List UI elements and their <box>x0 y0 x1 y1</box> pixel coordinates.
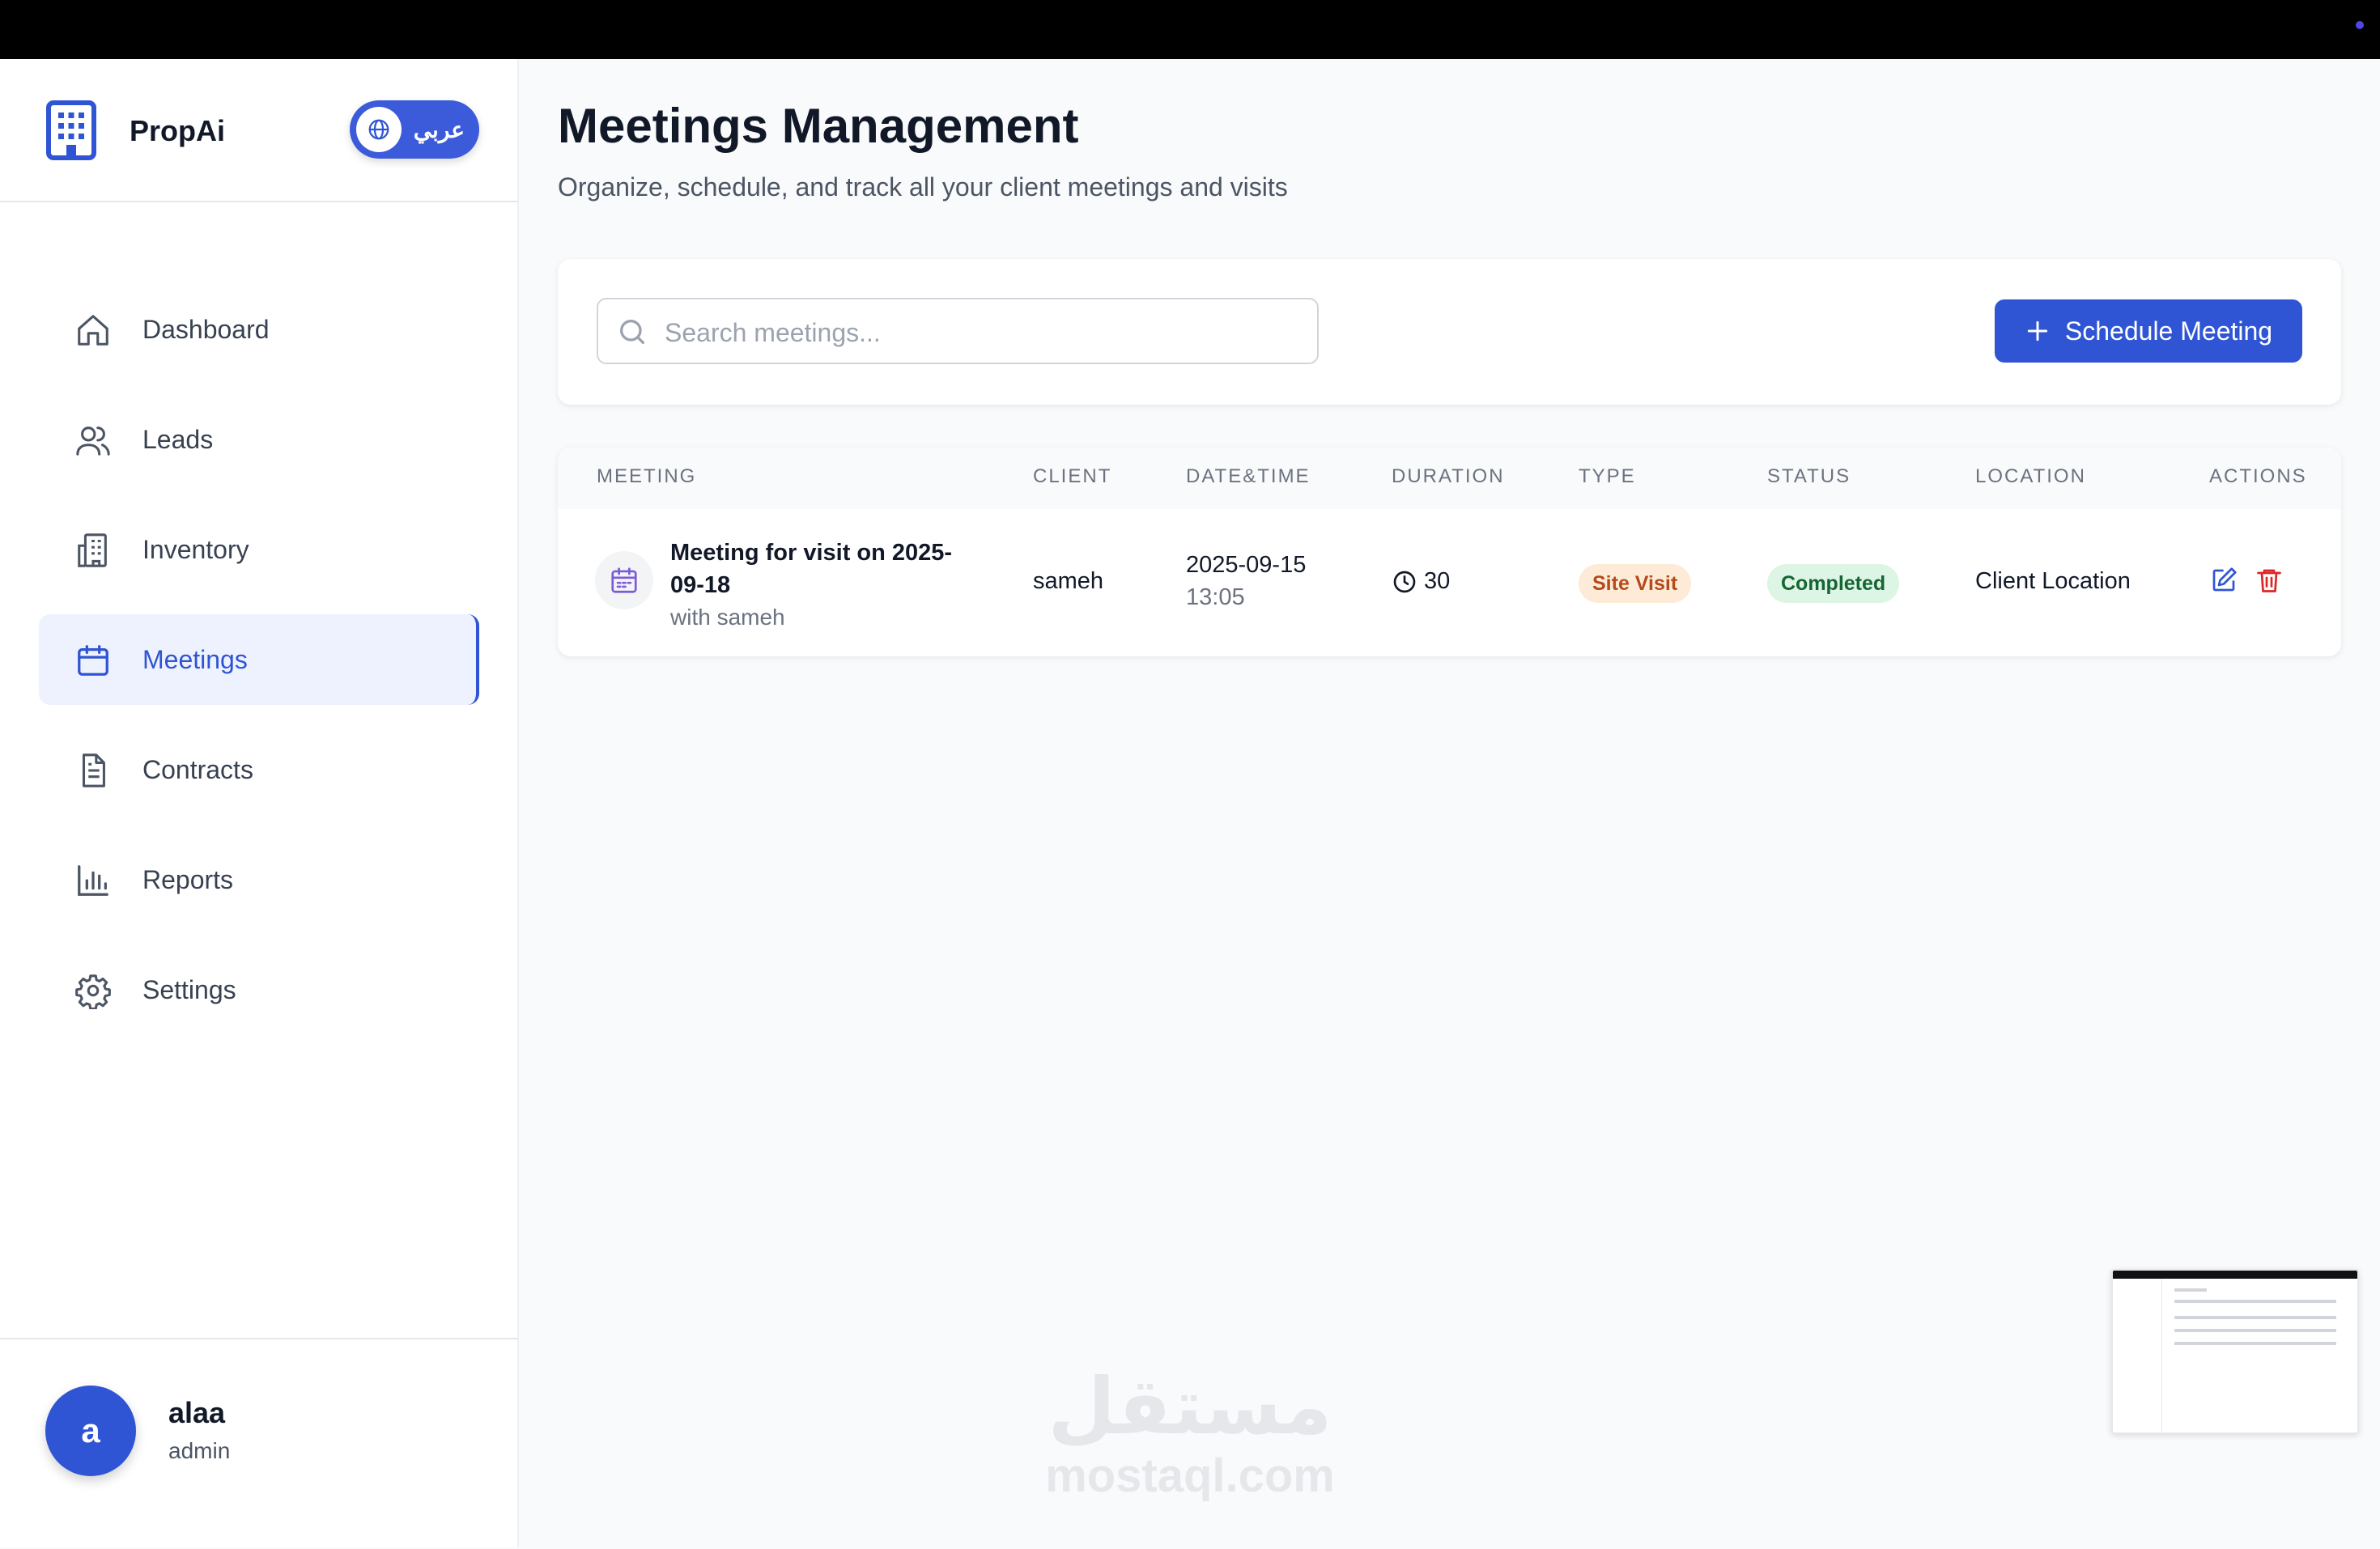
sidebar-item-meetings[interactable]: Meetings <box>39 614 479 705</box>
thumbnail-line <box>2174 1300 2336 1303</box>
column-header-meeting: MEETING <box>597 465 697 487</box>
toolbar-card: Schedule Meeting <box>558 259 2341 405</box>
sidebar-item-reports[interactable]: Reports <box>39 834 479 925</box>
users-icon <box>76 427 110 456</box>
thumbnail-sidebar <box>2113 1279 2162 1432</box>
sidebar-item-contracts[interactable]: Contracts <box>39 724 479 815</box>
location-cell: Client Location <box>1975 568 2131 594</box>
sidebar-item-dashboard[interactable]: Dashboard <box>39 284 479 375</box>
building-icon <box>78 533 107 567</box>
language-toggle[interactable]: عربي <box>350 100 479 159</box>
gear-icon <box>75 974 111 1009</box>
globe-icon <box>356 107 402 152</box>
watermark-arabic: مستقل <box>1048 1361 1332 1452</box>
avatar[interactable]: a <box>45 1386 136 1476</box>
plus-icon <box>2027 320 2048 342</box>
thumbnail-topbar <box>2113 1271 2357 1279</box>
building-logo-icon <box>46 100 96 160</box>
brand-name: PropAi <box>130 114 226 147</box>
sidebar-nav: Dashboard Leads Inventory Meetings Contr… <box>39 284 479 1055</box>
sidebar-item-label: Leads <box>142 425 214 454</box>
schedule-meeting-button[interactable]: Schedule Meeting <box>1995 299 2302 363</box>
bar-chart-icon <box>78 865 108 896</box>
column-header-status: STATUS <box>1767 465 1851 487</box>
meeting-with: with sameh <box>670 605 785 630</box>
user-role: admin <box>168 1438 231 1463</box>
table-header: MEETING CLIENT DATE&TIME DURATION TYPE S… <box>558 448 2341 509</box>
sidebar-item-label: Settings <box>142 975 236 1004</box>
search-input[interactable] <box>663 308 1298 358</box>
meeting-calendar-icon <box>595 551 653 609</box>
edit-icon[interactable] <box>2209 566 2238 595</box>
table-row[interactable]: Meeting for visit on 2025-09-18 with sam… <box>558 509 2341 656</box>
user-profile[interactable]: a alaa admin <box>0 1338 517 1549</box>
screenshot-thumbnail[interactable] <box>2111 1269 2359 1434</box>
schedule-meeting-label: Schedule Meeting <box>2064 316 2273 346</box>
meeting-title: Meeting for visit on 2025-09-18 <box>670 540 953 598</box>
time-cell: 13:05 <box>1186 584 1245 610</box>
column-header-duration: DURATION <box>1392 465 1505 487</box>
sidebar: PropAi عربي Dashboard Leads Inventory Me… <box>0 59 519 1547</box>
watermark-latin: mostaql.com <box>1045 1449 1335 1502</box>
column-header-type: TYPE <box>1579 465 1636 487</box>
thumbnail-line <box>2174 1329 2336 1332</box>
meetings-table: MEETING CLIENT DATE&TIME DURATION TYPE S… <box>558 448 2341 656</box>
column-header-location: LOCATION <box>1975 465 2086 487</box>
sidebar-item-label: Reports <box>142 865 234 894</box>
language-toggle-label: عربي <box>413 117 465 142</box>
status-dot <box>2356 21 2364 29</box>
home-icon <box>78 315 108 346</box>
page-subtitle: Organize, schedule, and track all your c… <box>558 172 1288 202</box>
column-header-datetime: DATE&TIME <box>1186 465 1311 487</box>
column-header-actions: ACTIONS <box>2209 465 2307 487</box>
page-title: Meetings Management <box>558 99 1079 153</box>
document-icon <box>82 753 105 787</box>
sidebar-item-leads[interactable]: Leads <box>39 394 479 485</box>
search-box <box>597 298 1319 364</box>
sidebar-item-label: Contracts <box>142 755 253 784</box>
sidebar-item-label: Inventory <box>142 535 249 564</box>
thumbnail-line <box>2174 1316 2336 1319</box>
duration-cell: 30 <box>1424 568 1451 594</box>
clock-icon <box>1393 571 1416 593</box>
type-badge: Site Visit <box>1579 564 1692 603</box>
sidebar-item-inventory[interactable]: Inventory <box>39 504 479 595</box>
brand-header: PropAi عربي <box>0 59 517 202</box>
user-name: alaa <box>168 1396 226 1429</box>
search-icon <box>620 320 644 344</box>
calendar-icon <box>78 645 108 676</box>
sidebar-item-label: Dashboard <box>142 315 270 344</box>
watermark: مستقل mostaql.com <box>1044 1368 1336 1502</box>
sidebar-item-settings[interactable]: Settings <box>39 944 479 1035</box>
thumbnail-line <box>2174 1342 2336 1345</box>
client-cell: sameh <box>1033 568 1104 594</box>
status-badge: Completed <box>1767 564 1900 603</box>
window-top-bar <box>0 0 2380 59</box>
column-header-client: CLIENT <box>1033 465 1112 487</box>
delete-icon[interactable] <box>2255 566 2284 595</box>
main-content: Meetings Management Organize, schedule, … <box>519 59 2380 1547</box>
thumbnail-line <box>2174 1288 2207 1292</box>
sidebar-item-label: Meetings <box>142 645 248 674</box>
date-cell: 2025-09-15 <box>1186 552 1307 578</box>
